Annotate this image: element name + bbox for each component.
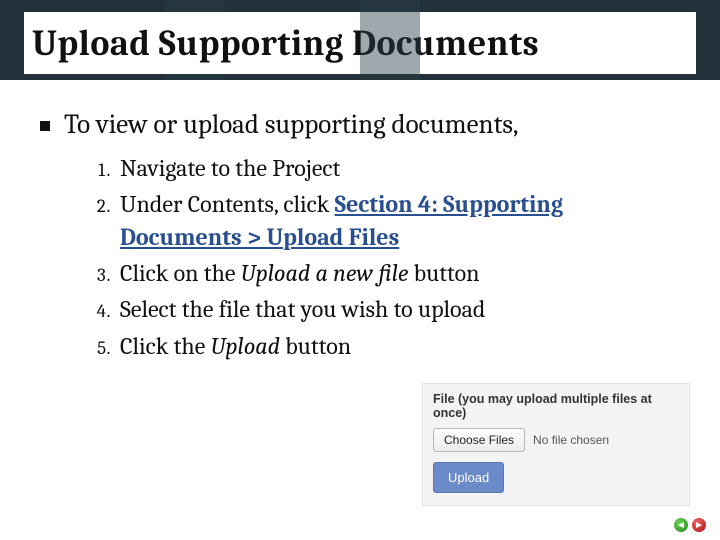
slide-title: Upload Supporting Documents bbox=[32, 23, 539, 64]
step-3-post: button bbox=[408, 259, 479, 287]
step-5-pre: Click the bbox=[120, 332, 211, 360]
file-chosen-status: No file chosen bbox=[533, 433, 609, 447]
prev-slide-button[interactable]: ◄ bbox=[674, 518, 688, 532]
title-box: Upload Supporting Documents bbox=[24, 12, 696, 74]
slide-body: To view or upload supporting documents, … bbox=[40, 108, 680, 366]
square-bullet-icon bbox=[40, 121, 50, 131]
step-5-post: button bbox=[280, 332, 351, 360]
step-1: Navigate to the Project bbox=[114, 152, 680, 184]
step-1-text: Navigate to the Project bbox=[120, 154, 340, 182]
step-3: Click on the Upload a new file button bbox=[114, 257, 680, 289]
step-5-em: Upload bbox=[211, 332, 280, 360]
upload-panel-label: File (you may upload multiple files at o… bbox=[433, 392, 679, 420]
step-3-em: Upload a new file bbox=[241, 259, 409, 287]
lead-text: To view or upload supporting documents, bbox=[64, 108, 518, 142]
arrow-right-icon: ► bbox=[694, 520, 704, 531]
upload-button[interactable]: Upload bbox=[433, 462, 504, 493]
nav-dots: ◄ ► bbox=[674, 518, 706, 532]
next-slide-button[interactable]: ► bbox=[692, 518, 706, 532]
step-5: Click the Upload button bbox=[114, 330, 680, 362]
slide: Upload Supporting Documents To view or u… bbox=[0, 0, 720, 540]
title-bar: Upload Supporting Documents bbox=[0, 0, 720, 80]
file-row: Choose Files No file chosen bbox=[433, 428, 679, 452]
step-4: Select the file that you wish to upload bbox=[114, 293, 680, 325]
arrow-left-icon: ◄ bbox=[676, 520, 686, 531]
step-2-pre: Under Contents, click bbox=[120, 190, 335, 218]
bullet-item: To view or upload supporting documents, bbox=[40, 108, 680, 142]
step-4-text: Select the file that you wish to upload bbox=[120, 295, 485, 323]
step-3-pre: Click on the bbox=[120, 259, 241, 287]
choose-files-button[interactable]: Choose Files bbox=[433, 428, 525, 452]
step-2: Under Contents, click Section 4: Support… bbox=[114, 188, 680, 253]
upload-panel: File (you may upload multiple files at o… bbox=[422, 383, 690, 506]
steps-list: Navigate to the Project Under Contents, … bbox=[114, 152, 680, 362]
